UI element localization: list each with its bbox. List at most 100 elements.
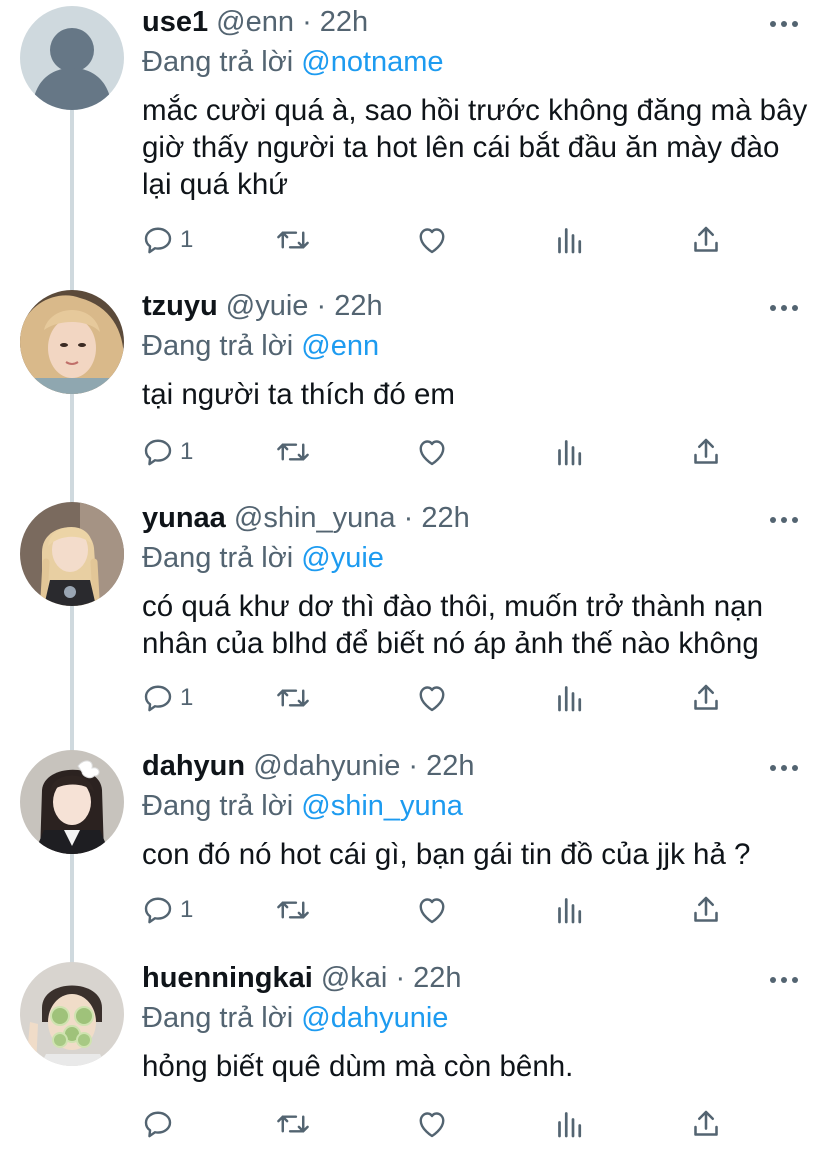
reply-count: 1 bbox=[180, 438, 194, 465]
separator-dot: · bbox=[408, 750, 419, 782]
avatar[interactable] bbox=[20, 6, 124, 110]
timestamp[interactable]: 22h bbox=[421, 502, 469, 534]
more-dots-icon[interactable] bbox=[768, 756, 800, 780]
retweet-button[interactable] bbox=[274, 1104, 312, 1144]
retweet-button[interactable] bbox=[274, 678, 312, 718]
tweet-header: use1 @enn · 22h bbox=[142, 2, 368, 42]
separator-dot: · bbox=[403, 502, 414, 534]
display-name[interactable]: dahyun bbox=[142, 750, 245, 782]
avatar[interactable] bbox=[20, 750, 124, 854]
timestamp[interactable]: 22h bbox=[413, 962, 461, 994]
tweet-text: mắc cười quá à, sao hồi trước không đăng… bbox=[142, 94, 808, 201]
like-button[interactable] bbox=[414, 432, 450, 472]
avatar[interactable] bbox=[20, 962, 124, 1066]
replying-to-label: Đang trả lời bbox=[142, 542, 294, 574]
reply-button[interactable]: 1 bbox=[140, 220, 193, 260]
mention-link[interactable]: @yuie bbox=[301, 542, 384, 574]
display-name[interactable]: tzuyu bbox=[142, 290, 218, 322]
replying-to-label: Đang trả lời bbox=[142, 46, 294, 78]
share-upload-icon bbox=[694, 684, 718, 710]
action-bar: 1 bbox=[140, 678, 740, 718]
display-name[interactable]: huenningkai bbox=[142, 962, 313, 994]
views-bar-chart-icon bbox=[558, 440, 582, 466]
views-button[interactable] bbox=[552, 678, 588, 718]
like-button[interactable] bbox=[414, 678, 450, 718]
mention-link[interactable]: @dahyunie bbox=[301, 1002, 448, 1034]
share-button[interactable] bbox=[688, 432, 724, 472]
reply-button[interactable]: 1 bbox=[140, 890, 193, 930]
replying-to: Đang trả lời @dahyunie bbox=[142, 998, 448, 1038]
mention-link[interactable]: @shin_yuna bbox=[301, 790, 463, 822]
heart-icon bbox=[419, 898, 445, 924]
tweet-header: dahyun @dahyunie · 22h bbox=[142, 746, 475, 786]
share-upload-icon bbox=[694, 438, 718, 464]
like-button[interactable] bbox=[414, 1104, 450, 1144]
more-dots-icon[interactable] bbox=[768, 968, 800, 992]
share-button[interactable] bbox=[688, 220, 724, 260]
retweet-icon bbox=[277, 1115, 309, 1133]
replying-to: Đang trả lời @yuie bbox=[142, 538, 384, 578]
reply-button[interactable]: 1 bbox=[140, 678, 193, 718]
more-dots-icon[interactable] bbox=[768, 296, 800, 320]
retweet-button[interactable] bbox=[274, 220, 312, 260]
share-button[interactable] bbox=[688, 1104, 724, 1144]
replying-to-label: Đang trả lời bbox=[142, 790, 294, 822]
like-button[interactable] bbox=[414, 220, 450, 260]
display-name[interactable]: use1 bbox=[142, 6, 208, 38]
heart-icon bbox=[419, 1112, 445, 1138]
views-button[interactable] bbox=[552, 890, 588, 930]
retweet-icon bbox=[277, 689, 309, 707]
user-handle[interactable]: @enn bbox=[216, 6, 294, 38]
views-button[interactable] bbox=[552, 220, 588, 260]
tweet-text: con đó nó hot cái gì, bạn gái tin đồ của… bbox=[142, 838, 751, 871]
replying-to-label: Đang trả lời bbox=[142, 330, 294, 362]
share-upload-icon bbox=[694, 226, 718, 252]
separator-dot: · bbox=[316, 290, 327, 322]
retweet-button[interactable] bbox=[274, 432, 312, 472]
views-bar-chart-icon bbox=[558, 228, 582, 254]
reply-button[interactable]: 1 bbox=[140, 432, 193, 472]
reply-bubble-icon bbox=[144, 439, 172, 466]
tweet-header: huenningkai @kai · 22h bbox=[142, 958, 462, 998]
tweet-header: tzuyu @yuie · 22h bbox=[142, 286, 383, 326]
retweet-icon bbox=[277, 443, 309, 461]
user-handle[interactable]: @dahyunie bbox=[253, 750, 400, 782]
action-bar: 1 bbox=[140, 220, 740, 260]
timestamp[interactable]: 22h bbox=[426, 750, 474, 782]
heart-icon bbox=[419, 686, 445, 712]
display-name[interactable]: yunaa bbox=[142, 502, 226, 534]
more-dots-icon[interactable] bbox=[768, 508, 800, 532]
tweet-header: yunaa @shin_yuna · 22h bbox=[142, 498, 470, 538]
reply-count: 1 bbox=[180, 226, 194, 253]
user-handle[interactable]: @shin_yuna bbox=[234, 502, 396, 534]
retweet-button[interactable] bbox=[274, 890, 312, 930]
avatar[interactable] bbox=[20, 290, 124, 394]
share-upload-icon bbox=[694, 1110, 718, 1136]
timestamp[interactable]: 22h bbox=[334, 290, 382, 322]
views-button[interactable] bbox=[552, 1104, 588, 1144]
more-dots-icon[interactable] bbox=[768, 12, 800, 36]
avatar[interactable] bbox=[20, 502, 124, 606]
views-button[interactable] bbox=[552, 432, 588, 472]
replying-to: Đang trả lời @notname bbox=[142, 42, 444, 82]
user-handle[interactable]: @kai bbox=[321, 962, 388, 994]
reply-bubble-icon bbox=[144, 1111, 172, 1138]
reply-bubble-icon bbox=[144, 897, 172, 924]
views-bar-chart-icon bbox=[558, 1112, 582, 1138]
mention-link[interactable]: @enn bbox=[301, 330, 379, 362]
separator-dot: · bbox=[395, 962, 406, 994]
share-button[interactable] bbox=[688, 890, 724, 930]
reply-count: 1 bbox=[180, 896, 194, 923]
timestamp[interactable]: 22h bbox=[320, 6, 368, 38]
like-button[interactable] bbox=[414, 890, 450, 930]
share-button[interactable] bbox=[688, 678, 724, 718]
reply-button[interactable] bbox=[140, 1104, 180, 1144]
mention-link[interactable]: @notname bbox=[301, 46, 443, 78]
separator-dot: · bbox=[302, 6, 312, 38]
user-handle[interactable]: @yuie bbox=[226, 290, 309, 322]
views-bar-chart-icon bbox=[558, 898, 582, 924]
tweet-text: tại người ta thích đó em bbox=[142, 378, 455, 411]
replying-to: Đang trả lời @enn bbox=[142, 326, 379, 366]
replying-to-label: Đang trả lời bbox=[142, 1002, 294, 1034]
reply-bubble-icon bbox=[144, 685, 172, 712]
